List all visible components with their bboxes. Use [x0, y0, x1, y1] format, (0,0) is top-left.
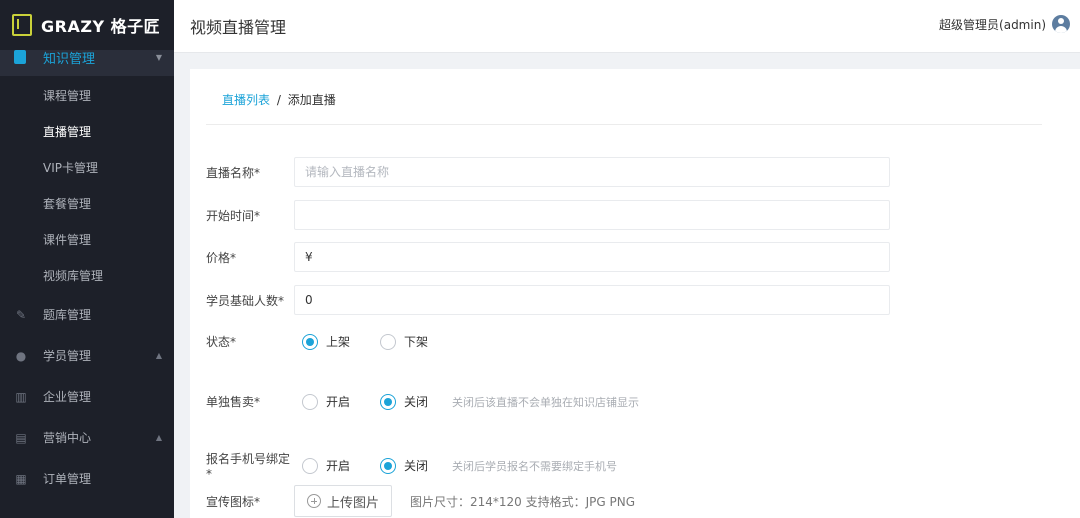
sidebar-item-label: 订单管理	[43, 472, 92, 486]
sidebar-item-question-bank[interactable]: ✎ 题库管理	[0, 294, 174, 335]
sell-alone-radio-on[interactable]: 开启	[302, 393, 350, 410]
sidebar-item-enterprise[interactable]: ▥ 企业管理	[0, 376, 174, 417]
logo-icon	[12, 14, 32, 36]
form-row-sell-alone: 单独售卖* 开启 关闭 关闭后该直播不会单独在知识店铺显示	[206, 393, 639, 410]
sidebar-item-label: 营销中心	[43, 431, 92, 445]
sidebar-item-students[interactable]: ● 学员管理 ▲	[0, 335, 174, 376]
chevron-up-icon: ▲	[155, 433, 162, 442]
promo-icon-label: 宣传图标*	[206, 494, 261, 509]
breadcrumb-live-list-link[interactable]: 直播列表	[222, 93, 270, 107]
sidebar-item-vip[interactable]: VIP卡管理	[0, 150, 174, 186]
radio-unchecked-icon	[302, 393, 318, 410]
phone-bind-radio-on[interactable]: 开启	[302, 457, 350, 474]
sell-alone-hint: 关闭后该直播不会单独在知识店铺显示	[452, 395, 640, 409]
sidebar-item-label: 题库管理	[43, 308, 92, 322]
sidebar-item-marketing[interactable]: ▤ 营销中心 ▲	[0, 417, 174, 458]
price-label: 价格*	[206, 250, 237, 265]
clipboard-icon: ▦	[15, 471, 27, 486]
form-row-start-time: 开始时间*	[206, 200, 890, 230]
user-name: 超级管理员(admin)	[939, 17, 1046, 32]
sidebar-item-label: 企业管理	[43, 390, 92, 404]
live-name-label: 直播名称*	[206, 165, 261, 180]
breadcrumb-current: 添加直播	[287, 93, 336, 107]
radio-label: 开启	[326, 395, 351, 409]
form-row-base-students: 学员基础人数*	[206, 285, 890, 315]
sidebar-submenu: 课程管理 直播管理 VIP卡管理 套餐管理 课件管理 视频库管理	[0, 78, 174, 294]
sidebar-item-courseware[interactable]: 课件管理	[0, 222, 174, 258]
divider	[206, 124, 1042, 125]
sidebar-main-menu: ✎ 题库管理 ● 学员管理 ▲ ▥ 企业管理 ▤ 营销中心 ▲ ▦ 订单管理	[0, 294, 174, 499]
radio-label: 关闭	[404, 459, 429, 473]
sidebar-item-live[interactable]: 直播管理	[0, 114, 174, 150]
sell-alone-radio-off[interactable]: 关闭	[380, 393, 428, 410]
form-card: 直播列表 / 添加直播 直播名称* 开始时间* 价格* 学员基础人数* 状态*	[190, 69, 1080, 518]
briefcase-icon: ▤	[15, 430, 27, 445]
radio-checked-icon	[380, 457, 397, 474]
page-title: 视频直播管理	[190, 18, 287, 37]
sidebar-item-label: 学员管理	[43, 349, 92, 363]
sidebar-group-label: 知识管理	[43, 51, 96, 67]
price-input[interactable]	[294, 242, 890, 272]
base-students-input[interactable]	[294, 285, 890, 315]
radio-label: 下架	[404, 335, 429, 349]
building-icon: ▥	[15, 389, 27, 404]
sidebar: 知识管理 ▼ GRAZY 格子匠 课程管理 直播管理 VIP卡管理 套餐管理 课…	[0, 0, 174, 518]
upload-hint: 图片尺寸：214*120 支持格式：JPG PNG	[410, 494, 636, 509]
user-menu[interactable]: 超级管理员(admin)	[939, 15, 1070, 33]
start-time-label: 开始时间*	[206, 208, 261, 223]
radio-unchecked-icon	[302, 457, 318, 474]
book-icon	[14, 50, 26, 64]
pencil-icon: ✎	[15, 307, 27, 322]
main-content: 直播列表 / 添加直播 直播名称* 开始时间* 价格* 学员基础人数* 状态*	[174, 53, 1080, 518]
phone-bind-radio-off[interactable]: 关闭	[380, 457, 428, 474]
logo[interactable]: GRAZY 格子匠	[0, 0, 174, 50]
upload-image-button[interactable]: 上传图片	[294, 485, 392, 517]
plus-circle-icon	[306, 494, 321, 508]
form-row-phone-bind: 报名手机号绑定* 开启 关闭 关闭后学员报名不需要绑定手机号	[206, 450, 617, 481]
sell-alone-label: 单独售卖*	[206, 395, 261, 409]
upload-button-label: 上传图片	[326, 495, 379, 511]
start-time-input[interactable]	[294, 200, 890, 230]
breadcrumb-separator: /	[276, 93, 281, 107]
logo-text: GRAZY 格子匠	[41, 17, 161, 36]
radio-label: 关闭	[404, 395, 429, 409]
breadcrumb: 直播列表 / 添加直播	[222, 91, 336, 108]
form-row-price: 价格*	[206, 242, 890, 272]
phone-bind-radio-group: 开启 关闭 关闭后学员报名不需要绑定手机号	[302, 457, 617, 474]
live-name-input[interactable]	[294, 157, 890, 187]
chevron-down-icon: ▼	[155, 52, 162, 62]
avatar-icon	[1052, 15, 1070, 33]
sidebar-item-packages[interactable]: 套餐管理	[0, 186, 174, 222]
sell-alone-radio-group: 开启 关闭 关闭后该直播不会单独在知识店铺显示	[302, 393, 639, 410]
radio-unchecked-icon	[380, 333, 397, 350]
top-header: 视频直播管理 超级管理员(admin)	[174, 0, 1080, 53]
radio-label: 开启	[326, 459, 351, 473]
base-students-label: 学员基础人数*	[206, 293, 285, 308]
form-row-promo-icon: 宣传图标* 上传图片 图片尺寸：214*120 支持格式：JPG PNG	[206, 485, 635, 517]
form-row-status: 状态* 上架 下架	[206, 333, 458, 350]
sidebar-item-orders[interactable]: ▦ 订单管理	[0, 458, 174, 499]
form-row-name: 直播名称*	[206, 157, 890, 187]
user-icon: ●	[15, 348, 27, 363]
status-radio-off[interactable]: 下架	[380, 333, 428, 350]
status-label: 状态*	[206, 335, 237, 349]
radio-label: 上架	[326, 335, 351, 349]
phone-bind-label: 报名手机号绑定*	[206, 452, 291, 481]
radio-checked-icon	[380, 393, 397, 410]
sidebar-item-video-library[interactable]: 视频库管理	[0, 258, 174, 294]
sidebar-item-courses[interactable]: 课程管理	[0, 78, 174, 114]
radio-checked-icon	[302, 333, 318, 350]
status-radio-group: 上架 下架	[302, 333, 458, 350]
chevron-up-icon: ▲	[155, 351, 162, 360]
phone-bind-hint: 关闭后学员报名不需要绑定手机号	[452, 459, 618, 473]
status-radio-on[interactable]: 上架	[302, 333, 350, 350]
